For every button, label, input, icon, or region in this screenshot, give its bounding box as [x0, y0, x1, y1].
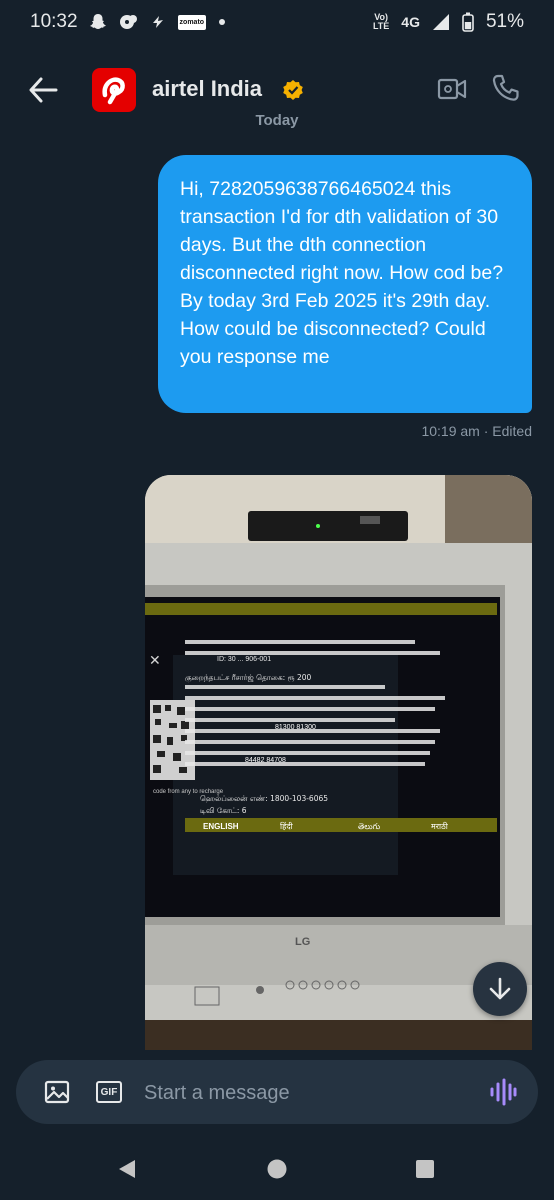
meta-separator: · [483, 423, 493, 439]
voice-message-button[interactable] [489, 1078, 517, 1106]
tv-missed-call-number: 84482 84708 [245, 757, 286, 764]
tv-brand: LG [295, 936, 310, 948]
tv-sms-number: 81300 81300 [275, 724, 316, 731]
home-circle-icon [267, 1159, 287, 1179]
message-meta: 10:19 am · Edited [421, 423, 532, 439]
tv-code: டிவி கோட்: 6 [200, 806, 247, 815]
system-nav-bar [0, 1136, 554, 1200]
message-input[interactable] [142, 1074, 476, 1112]
tv-min-recharge-text: குறைந்தபட்ச ரீசார்ஜ் தொகை: ரூ 200 [185, 673, 312, 683]
status-left: 10:32 zomato [30, 11, 226, 33]
nav-back-button[interactable] [116, 1158, 138, 1185]
status-right: Vo) LTE 4G 51% [373, 11, 524, 33]
video-camera-icon [437, 78, 467, 100]
tv-lang-marathi: मराठी [431, 821, 449, 831]
swiggy-icon [150, 14, 166, 30]
nav-home-button[interactable] [266, 1158, 288, 1185]
date-separator: Today [255, 112, 299, 129]
airtel-logo-icon [102, 77, 125, 105]
gif-button[interactable]: GIF [96, 1081, 122, 1103]
volte-indicator: Vo) LTE [373, 13, 389, 31]
image-icon [44, 1080, 70, 1104]
svg-text:✕: ✕ [149, 652, 161, 668]
scroll-to-bottom-button[interactable] [473, 962, 527, 1016]
recents-square-icon [416, 1160, 434, 1178]
sent-message-bubble[interactable]: Hi, 7282059638766465024 this transaction… [158, 155, 532, 413]
dot-icon [218, 18, 226, 26]
network-type: 4G [401, 14, 420, 30]
video-call-button[interactable] [437, 76, 467, 102]
contact-name[interactable]: airtel India [152, 76, 262, 102]
signal-icon [432, 13, 450, 31]
snapchat-icon [89, 13, 106, 31]
arrow-down-icon [489, 977, 511, 1000]
back-triangle-icon [119, 1160, 135, 1178]
tv-id-text: ID: 30 ... 906-001 [217, 656, 271, 663]
tv-lang-hindi: हिंदी [280, 821, 294, 831]
photo-attachment[interactable]: code from any to recharge ✕ ID: 30 ... 9… [145, 475, 532, 1050]
verified-badge-icon [283, 80, 303, 100]
add-photo-button[interactable] [44, 1080, 70, 1104]
back-button[interactable] [28, 76, 60, 104]
arrow-left-icon [29, 77, 58, 103]
voice-wave-icon [490, 1078, 517, 1106]
voice-call-button[interactable] [492, 74, 520, 102]
battery-icon [462, 12, 474, 32]
nav-recents-button[interactable] [414, 1158, 436, 1185]
message-time: 10:19 am [421, 423, 480, 439]
tv-photo: code from any to recharge ✕ ID: 30 ... 9… [145, 475, 532, 1050]
status-bar: 10:32 zomato Vo) LTE 4G 51% [0, 0, 554, 44]
tv-lang-english: ENGLISH [203, 822, 239, 831]
battery-percent: 51% [485, 11, 524, 32]
volte-bottom: LTE [372, 21, 390, 31]
avatar[interactable] [92, 68, 136, 112]
fan-notification-icon [118, 13, 138, 31]
phone-icon [492, 74, 519, 101]
status-time: 10:32 [30, 11, 78, 32]
message-edited-status: Edited [492, 423, 532, 439]
zomato-icon: zomato [177, 14, 207, 30]
tv-helpline: ஹெல்ப்லைன் எண்: 1800-103-6065 [200, 794, 328, 803]
tv-lang-telugu: తెలుగు [358, 822, 380, 831]
message-composer: GIF [16, 1060, 538, 1124]
